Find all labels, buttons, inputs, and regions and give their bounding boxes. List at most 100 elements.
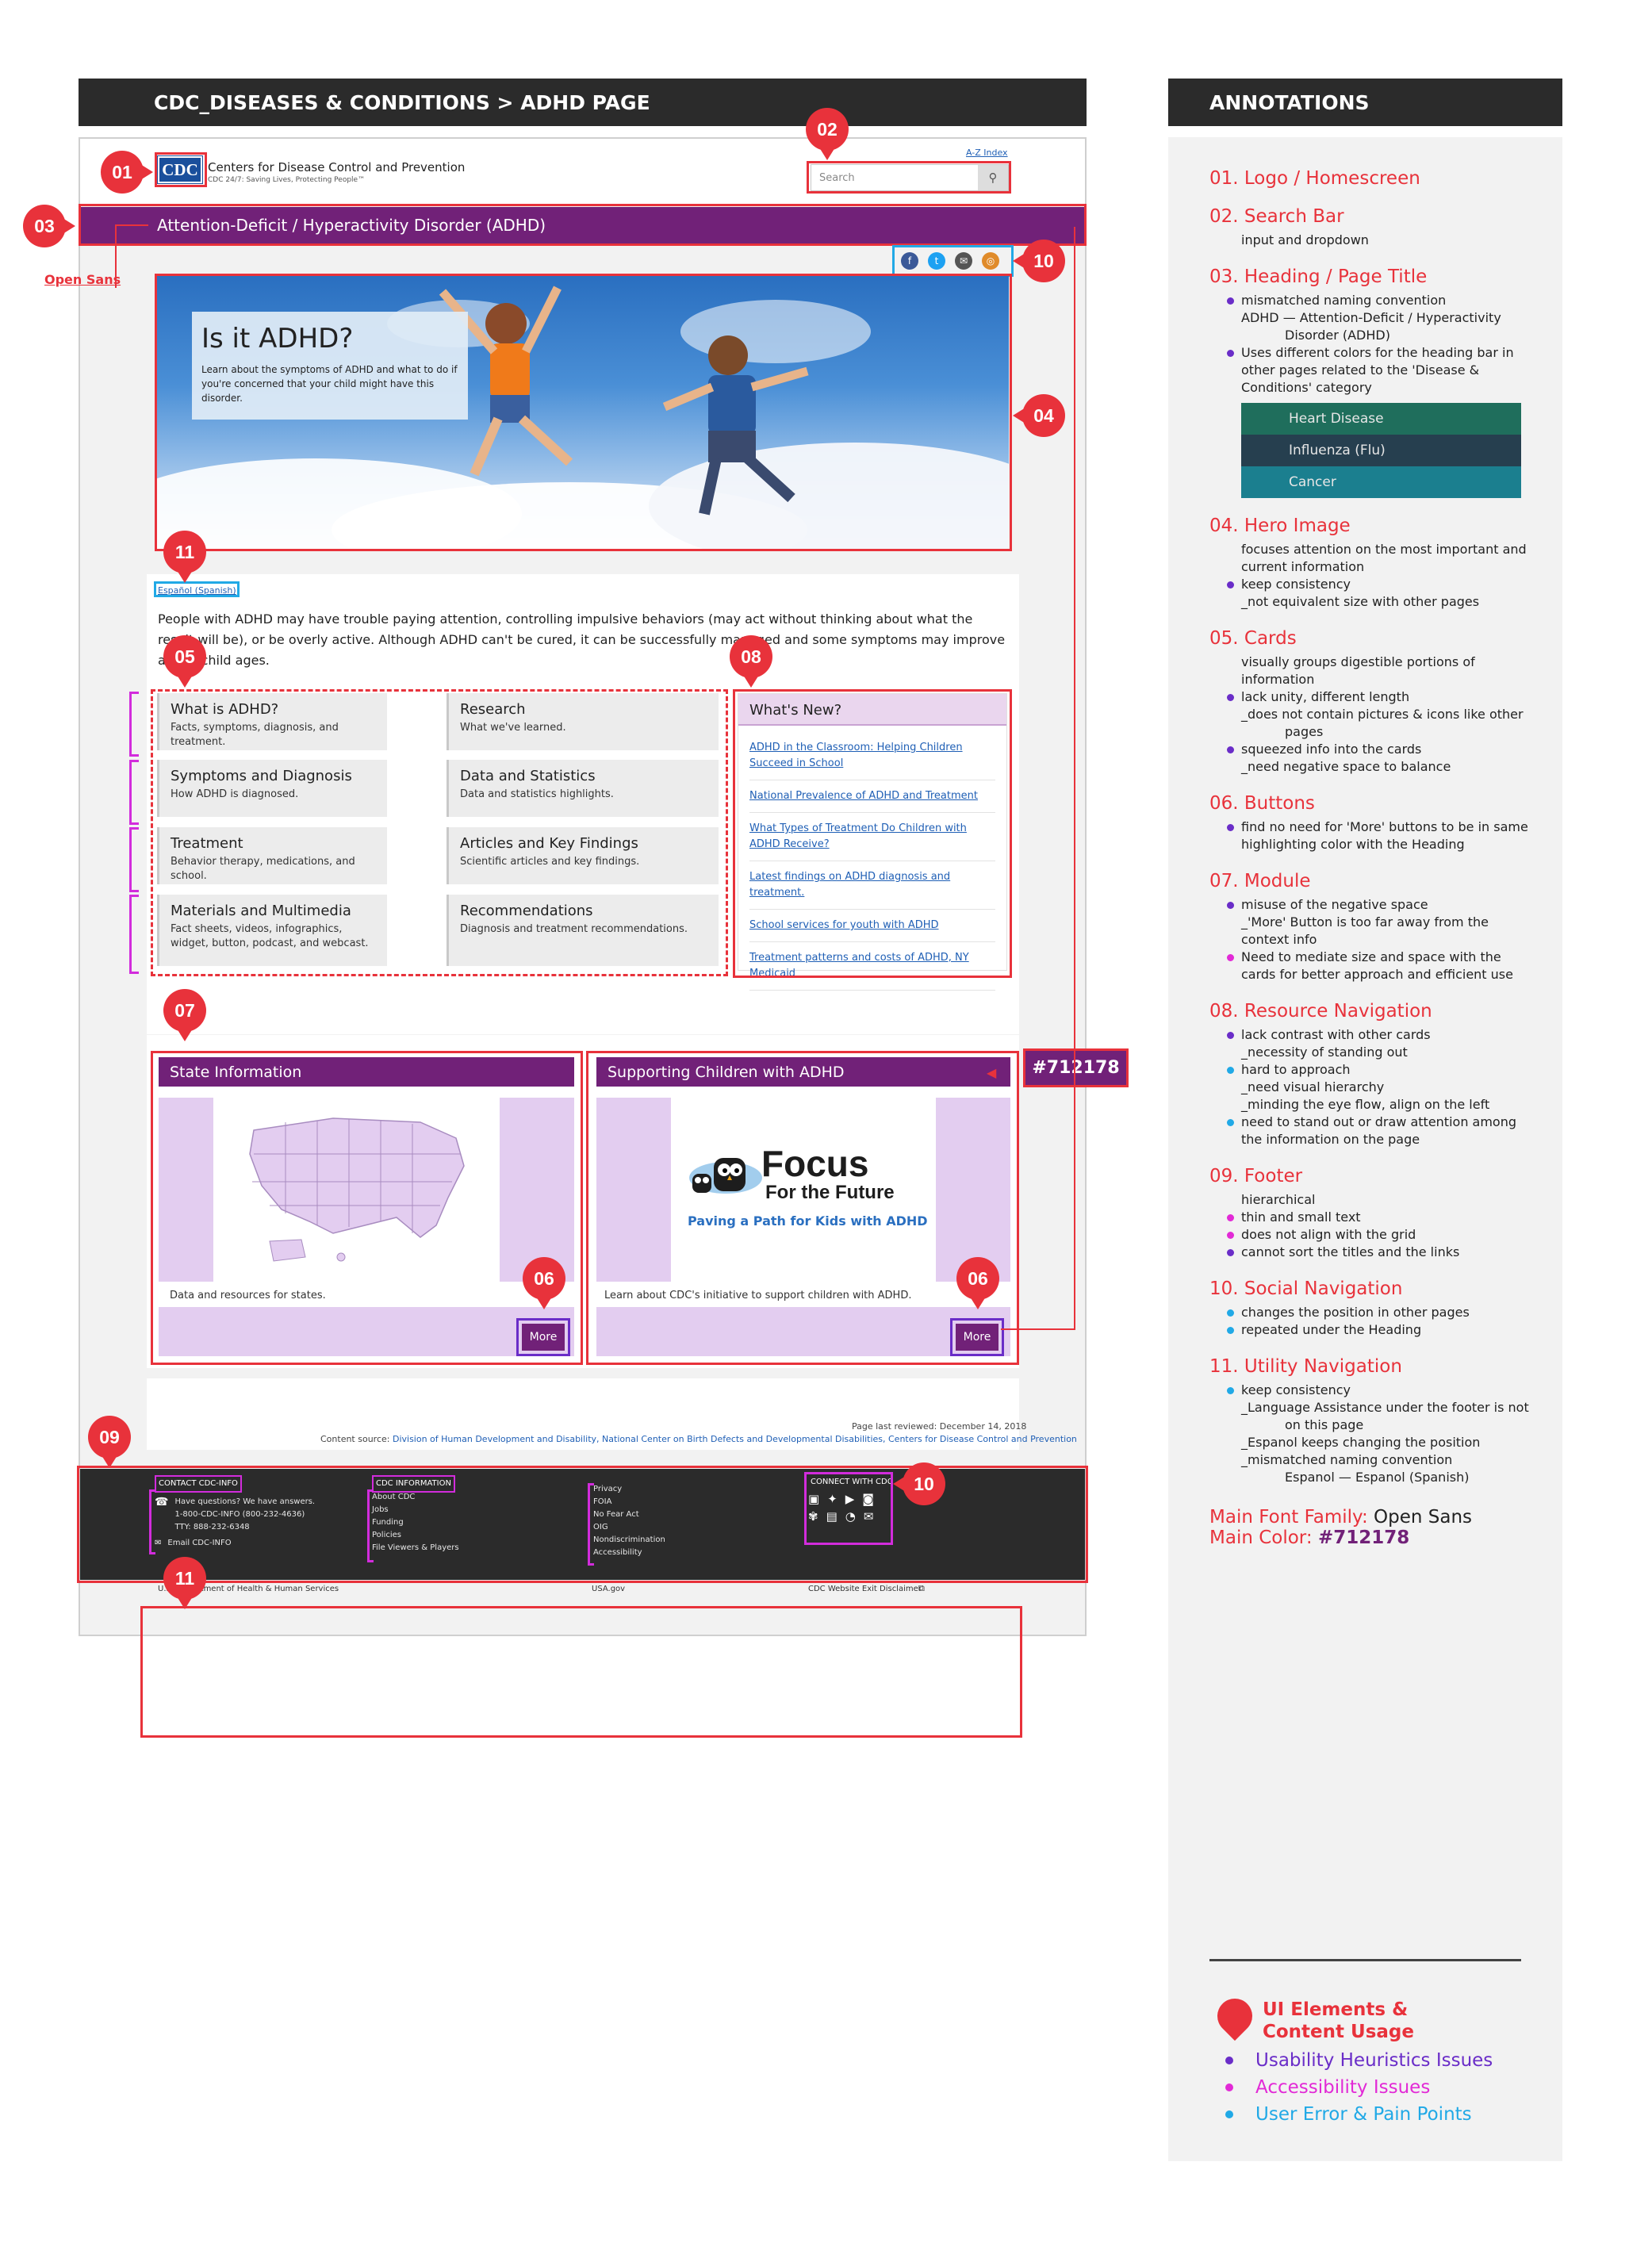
pin-07: 07 [163, 989, 206, 1041]
note-text: find no need for 'More' buttons to be in… [1241, 819, 1528, 834]
bottom-usa[interactable]: USA.gov [592, 1585, 625, 1593]
annotation-note: thin and small text [1209, 1209, 1558, 1226]
bullet-dot-icon [1227, 746, 1234, 753]
annotation-note: _need visual hierarchy [1209, 1079, 1558, 1096]
org-name: Centers for Disease Control and Preventi… [208, 160, 466, 174]
annotation-note: visually groups digestible portions of [1209, 654, 1558, 671]
heading-swatch: Cancer [1241, 466, 1521, 498]
bullet-dot-icon [1227, 1067, 1234, 1074]
annotation-title: 08. Resource Navigation [1209, 1001, 1432, 1022]
annotation-note: hierarchical [1209, 1191, 1558, 1209]
note-text: the information on the page [1241, 1132, 1420, 1147]
note-text: _Language Assistance under the footer is… [1241, 1400, 1529, 1415]
note-text: _not equivalent size with other pages [1241, 594, 1480, 609]
font-family-line: Main Font Family: Open Sans [1209, 1507, 1558, 1528]
note-text: pages [1285, 724, 1324, 739]
annotation-note: cannot sort the titles and the links [1209, 1244, 1558, 1261]
note-text: Conditions' category [1241, 380, 1372, 395]
footer-email-link[interactable]: Email CDC-INFO [167, 1537, 231, 1550]
annotation-note: Uses different colors for the heading ba… [1209, 344, 1558, 362]
footer-link[interactable]: Jobs [372, 1504, 459, 1516]
annotation-note: does not align with the grid [1209, 1226, 1558, 1244]
content-source-link[interactable]: Division of Human Development and Disabi… [393, 1434, 1077, 1444]
bullet-dot-icon [1227, 694, 1234, 701]
footer-link[interactable]: OIG [593, 1521, 665, 1534]
note-text: Espanol — Espanol (Spanish) [1285, 1470, 1470, 1485]
bullet-dot-icon [1227, 954, 1234, 961]
annotation-note: lack unity, different length [1209, 688, 1558, 706]
right-header-bar: ANNOTATIONS [1168, 79, 1562, 126]
left-header-title: CDC_DISEASES & CONDITIONS > ADHD PAGE [154, 90, 650, 114]
annotation-note: Disorder (ADHD) [1209, 327, 1558, 344]
footer-link[interactable]: Policies [372, 1529, 459, 1542]
legend-dot-icon [1225, 2057, 1233, 2064]
hero-annot-box [155, 274, 1012, 551]
note-text: does not align with the grid [1241, 1227, 1416, 1242]
pin-06a: 06 [523, 1257, 565, 1309]
annotation-note: _need negative space to balance [1209, 758, 1558, 776]
footer-link[interactable]: FOIA [593, 1496, 665, 1508]
annotation-note: information [1209, 671, 1558, 688]
annotation-note: highlighting color with the Heading [1209, 836, 1558, 853]
note-text: _does not contain pictures & icons like … [1241, 707, 1524, 722]
footer-info-title: CDC INFORMATION [372, 1475, 455, 1493]
state-module-annot-box [151, 1051, 583, 1365]
annotation-note: Need to mediate size and space with the [1209, 949, 1558, 966]
note-text: lack unity, different length [1241, 689, 1410, 704]
annotation-title: 07. Module [1209, 871, 1311, 891]
note-text: focuses attention on the most important … [1241, 542, 1527, 557]
legend-list: Usability Heuristics Issues Accessibility… [1225, 2050, 1493, 2131]
note-text: _'More' Button is too far away from the [1241, 914, 1489, 930]
heading-swatch: Heart Disease [1241, 403, 1521, 435]
note-text: other pages related to the 'Disease & [1241, 362, 1480, 378]
connector-vertical [1074, 227, 1075, 1329]
legend-title-2: Content Usage [1263, 2022, 1414, 2042]
bottom-exit[interactable]: CDC Website Exit Disclaimer [808, 1585, 922, 1593]
annotation-note: Conditions' category [1209, 379, 1558, 397]
annotation-title: 04. Hero Image [1209, 516, 1351, 536]
footer-link[interactable]: Privacy [593, 1483, 665, 1496]
annotation-note: changes the position in other pages [1209, 1304, 1558, 1321]
footer-link[interactable]: About CDC [372, 1491, 459, 1504]
resource-annot-box [733, 689, 1012, 978]
bullet-dot-icon [1227, 824, 1234, 831]
footer-info-bracket [367, 1489, 374, 1562]
footer-link[interactable]: Accessibility [593, 1547, 665, 1559]
note-text: misuse of the negative space [1241, 897, 1428, 912]
annotation-note: hard to approach [1209, 1061, 1558, 1079]
footer-link[interactable]: Nondiscrimination [593, 1534, 665, 1547]
annotation-note: _'More' Button is too far away from the [1209, 914, 1558, 931]
heading-swatch: Influenza (Flu) [1241, 435, 1521, 466]
annotation-title: 10. Social Navigation [1209, 1278, 1403, 1299]
note-text: repeated under the Heading [1241, 1322, 1422, 1337]
footer-link[interactable]: No Fear Act [593, 1508, 665, 1521]
note-text: hard to approach [1241, 1062, 1351, 1077]
contact-line[interactable]: TTY: 888-232-6348 [174, 1521, 315, 1534]
annotation-note: repeated under the Heading [1209, 1321, 1558, 1339]
annotation-note: other pages related to the 'Disease & [1209, 362, 1558, 379]
external-link-icon: ⧉ [918, 1583, 925, 1593]
contact-line[interactable]: 1-800-CDC-INFO (800-232-4636) [174, 1508, 315, 1521]
legend-item: Accessibility Issues [1225, 2077, 1493, 2098]
annotation-title: 06. Buttons [1209, 793, 1315, 814]
annotation-note: _does not contain pictures & icons like … [1209, 706, 1558, 723]
spanish-annot-box [154, 581, 240, 597]
bullet-dot-icon [1227, 350, 1234, 357]
pin-01: 01 [101, 151, 153, 194]
az-index-link[interactable]: A-Z Index [966, 148, 1008, 158]
heading-annot-box [79, 204, 1087, 246]
bullet-dot-icon [1227, 297, 1234, 305]
note-text: visually groups digestible portions of [1241, 654, 1475, 669]
annotation-title: 03. Heading / Page Title [1209, 266, 1428, 287]
annotation-note: lack contrast with other cards [1209, 1026, 1558, 1044]
intro-text: People with ADHD may have trouble paying… [158, 611, 1006, 668]
pin-10a: 10 [1013, 240, 1065, 282]
note-text: hierarchical [1241, 1192, 1316, 1207]
pin-08: 08 [730, 635, 772, 688]
note-text: _necessity of standing out [1241, 1045, 1408, 1060]
note-text: Uses different colors for the heading ba… [1241, 345, 1514, 360]
legend-label: User Error & Pain Points [1255, 2104, 1472, 2125]
footer-link[interactable]: File Viewers & Players [372, 1542, 459, 1554]
mail-icon: ✉ [155, 1539, 162, 1547]
footer-link[interactable]: Funding [372, 1516, 459, 1529]
